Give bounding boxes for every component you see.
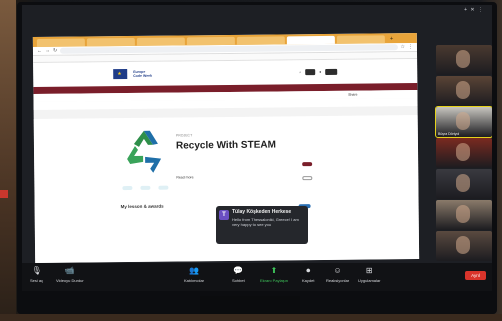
record-button[interactable]: ⏺ Kaydet [302, 266, 314, 283]
tag-pill[interactable] [122, 185, 133, 191]
menu-icon[interactable]: ⋮ [408, 44, 413, 50]
participant-video [456, 143, 470, 161]
chat-icon: 💬 [233, 266, 244, 275]
participant-video [456, 81, 470, 99]
participant-tile[interactable] [436, 169, 492, 199]
leave-button[interactable]: Ayrıl [465, 271, 486, 280]
photo-scene: + ✕ ⋮ + ← → ↻ ☆ ⋮ ★ Europe Code Week ⌕ ●… [0, 0, 502, 321]
search-icon[interactable]: ⌕ [299, 70, 301, 74]
header-button[interactable] [305, 69, 316, 76]
apps-button[interactable]: ⊞ Uygulamalar [358, 266, 380, 283]
participants-button[interactable]: 👥 Katılımcılar [184, 266, 204, 283]
left-background [0, 0, 16, 321]
browser-tab-active[interactable] [286, 35, 335, 45]
participant-tile[interactable] [436, 76, 492, 106]
window-controls[interactable]: + ✕ ⋮ [464, 7, 484, 13]
browser-tab[interactable] [186, 36, 235, 46]
project-label: PROJECT [175, 133, 193, 138]
participant-tile[interactable] [436, 138, 492, 168]
apps-label: Uygulamalar [358, 278, 381, 283]
star-icon[interactable]: ☆ [400, 44, 405, 50]
camera-icon: 📹 [64, 266, 75, 275]
recycle-icon [127, 130, 162, 173]
participant-tile[interactable] [436, 231, 492, 261]
participants-icon: 👥 [189, 266, 199, 275]
chat-label: Sohbet [232, 278, 245, 283]
video-label: Videoyu Durdur [56, 278, 84, 283]
participant-video [456, 112, 470, 130]
browser-tab[interactable] [336, 35, 385, 44]
apps-icon: ⊞ [365, 266, 373, 275]
reload-icon[interactable]: ↻ [53, 48, 57, 54]
participant-tile[interactable] [436, 200, 492, 230]
reactions-label: Reaksiyonlar [326, 278, 350, 283]
read-more-link[interactable]: Read more [176, 175, 193, 179]
participant-tile[interactable]: Büşra Dörtyol [435, 106, 492, 138]
monitor-stand [200, 296, 300, 314]
chat-message: Hello from Thessaloniki, Greece! I am ve… [232, 217, 299, 227]
meta-button-outline[interactable] [302, 176, 313, 181]
chat-sender: Tülay Köşkeden Herkese [232, 209, 292, 215]
record-label: Kaydet [302, 278, 315, 283]
forward-icon[interactable]: → [45, 48, 50, 54]
smile-icon: ☺ [333, 266, 342, 275]
eu-flag-logo[interactable] [113, 69, 128, 80]
participants-label: Katılımcılar [184, 278, 205, 283]
site-logo-text[interactable]: Europe Code Week [133, 70, 152, 78]
new-tab-icon[interactable]: + [387, 35, 397, 43]
meeting-toolbar: 🎙 Sesi aç 📹 Videoyu Durdur 👥 Katılımcıla… [22, 263, 492, 291]
mute-label: Sesi aç [30, 278, 44, 283]
microphone-icon: 🎙 [31, 266, 42, 275]
participant-name: Büşra Dörtyol [438, 132, 460, 136]
meta-button[interactable] [302, 162, 313, 167]
share-screen-label: Ekranı Paylaşın [260, 278, 289, 283]
red-object [0, 190, 8, 198]
reactions-button[interactable]: ☺ Reaksiyonlar [326, 266, 349, 283]
browser-tab[interactable] [36, 38, 85, 47]
back-icon[interactable]: ← [37, 48, 42, 54]
record-icon: ⏺ [306, 266, 311, 275]
project-title: Recycle With STEAM [175, 139, 276, 152]
video-button[interactable]: 📹 Videoyu Durdur [56, 266, 84, 283]
header-button[interactable] [325, 68, 338, 75]
tag-pill[interactable] [158, 185, 169, 190]
sender-avatar: T [219, 210, 229, 220]
share-button[interactable]: Share [348, 93, 357, 97]
participant-video [456, 50, 470, 68]
tag-pill[interactable] [140, 185, 151, 190]
browser-tab[interactable] [86, 37, 135, 47]
browser-tab[interactable] [236, 36, 285, 45]
zoom-window: + ✕ ⋮ + ← → ↻ ☆ ⋮ ★ Europe Code Week ⌕ ●… [22, 5, 492, 291]
participant-video [456, 174, 470, 192]
participant-tile[interactable] [436, 45, 492, 75]
mute-button[interactable]: 🎙 Sesi aç [30, 266, 43, 283]
browser-tab[interactable] [136, 37, 185, 46]
participant-gallery: Büşra Dörtyol [435, 45, 492, 261]
chat-notification[interactable]: T Tülay Köşkeden Herkese Hello from Thes… [216, 206, 308, 244]
participant-video [456, 236, 470, 254]
tag-pills [122, 185, 169, 191]
desk-surface [0, 314, 502, 321]
project-description [176, 156, 296, 157]
user-icon[interactable]: ● [319, 70, 321, 74]
participant-video [456, 205, 470, 223]
share-screen-button[interactable]: ⬆ Ekranı Paylaşın [260, 266, 288, 283]
section-title: My lesson & awards [120, 203, 164, 210]
share-screen-icon: ⬆ [270, 266, 278, 275]
header-tools: ⌕ ● [299, 68, 338, 76]
chat-button[interactable]: 💬 Sohbet [232, 266, 245, 283]
